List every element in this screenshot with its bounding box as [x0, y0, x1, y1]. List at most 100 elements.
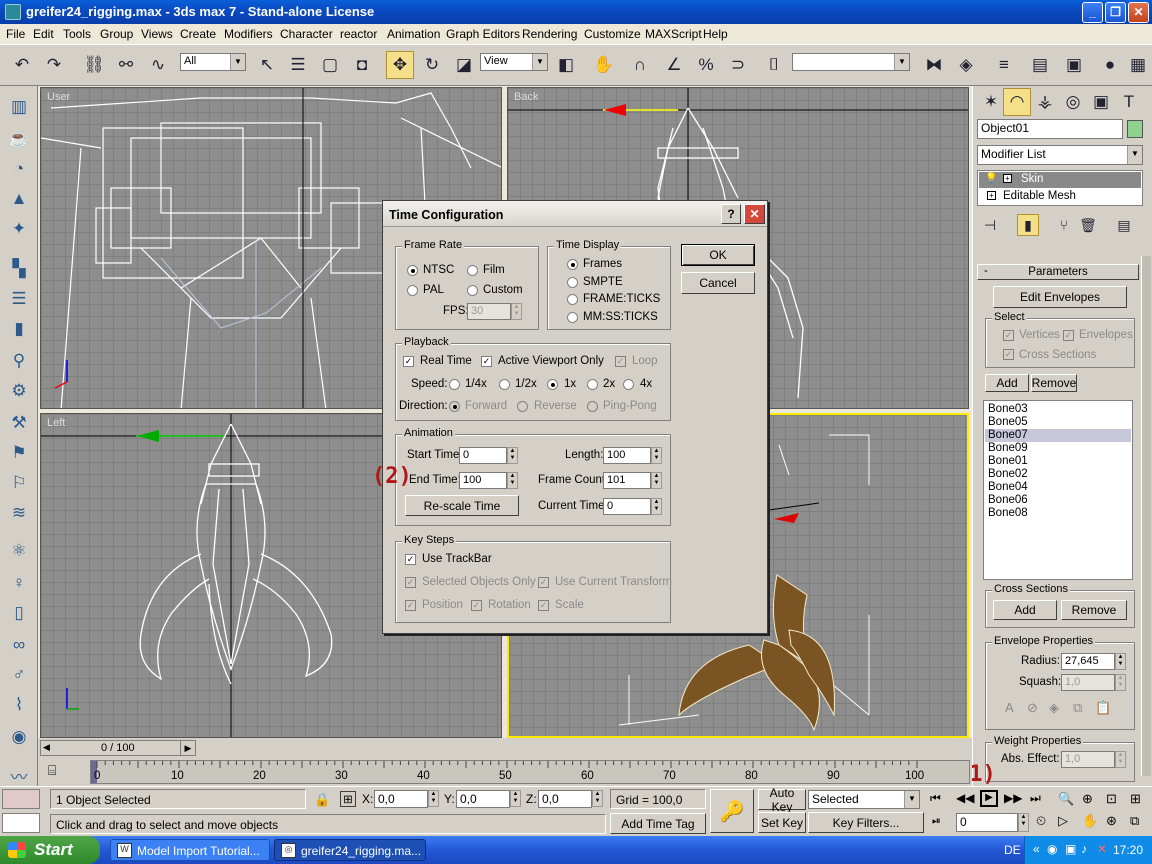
maxscript-listener-white[interactable]	[2, 813, 40, 833]
go-to-end-icon[interactable]: ⏭	[1030, 791, 1041, 806]
modifier-list-dropdown[interactable]: Modifier List ▼	[977, 145, 1143, 165]
spinner-arrows-icon[interactable]: ▲ ▼	[651, 447, 662, 464]
play-icon[interactable]: ▶	[980, 790, 998, 807]
search-icon[interactable]: ⚲	[6, 348, 32, 374]
menu-maxscript[interactable]: MAXScript	[645, 27, 702, 41]
speed-4x-radio[interactable]	[623, 379, 634, 390]
absolute-mode-icon[interactable]: ⊞	[340, 791, 356, 807]
radius-spinner[interactable]: 27,645 ▲ ▼	[1061, 653, 1126, 670]
panel-icon[interactable]: ▯	[6, 600, 32, 626]
configure-sets-icon[interactable]: ▤	[1113, 214, 1135, 236]
spinner-arrows-icon[interactable]: ▲ ▼	[1115, 751, 1126, 768]
list-item[interactable]: Bone02	[988, 468, 1028, 480]
loop-checkbox[interactable]: ✓	[615, 356, 626, 367]
menu-reactor[interactable]: reactor	[340, 27, 377, 41]
menu-edit[interactable]: Edit	[33, 27, 54, 41]
field-of-view-icon[interactable]: ▷	[1058, 813, 1068, 829]
envelopes-checkbox[interactable]: ✓	[1063, 330, 1074, 341]
zoom-icon[interactable]: 🔍	[1058, 791, 1074, 807]
create-tab-icon[interactable]: ✶	[977, 88, 1005, 116]
forward-radio[interactable]	[449, 401, 460, 412]
cone-icon[interactable]: ▲	[6, 186, 32, 212]
language-indicator[interactable]: DE	[1004, 843, 1021, 857]
lightbulb-icon[interactable]: 💡	[985, 173, 997, 184]
rotation-checkbox[interactable]: ✓	[471, 600, 482, 611]
maximize-viewport-icon[interactable]: ⧉	[1130, 813, 1139, 829]
biped-icon[interactable]: ♀	[6, 570, 32, 596]
percent-snap-icon[interactable]: %	[692, 51, 720, 79]
end-time-spinner[interactable]: 100 ▲ ▼	[459, 472, 518, 489]
layers-icon[interactable]: ☰	[6, 286, 32, 312]
previous-frame-icon[interactable]: ◀◀	[956, 791, 974, 805]
selected-objects-only-checkbox[interactable]: ✓	[405, 577, 416, 588]
make-unique-icon[interactable]: ⑂	[1053, 214, 1075, 236]
checker-icon[interactable]: ▚	[6, 256, 32, 282]
envelope-visibility-icon[interactable]: ◈	[1049, 700, 1059, 716]
remove-bone-button[interactable]: Remove	[1031, 374, 1077, 392]
alert-icon[interactable]: ✕	[1097, 842, 1107, 856]
film-radio[interactable]	[467, 265, 478, 276]
spinner-arrows-icon[interactable]: ▲ ▼	[507, 447, 518, 464]
list-item[interactable]: Bone04	[988, 481, 1028, 493]
select-object-icon[interactable]: ↖	[253, 51, 281, 79]
ntsc-radio[interactable]	[407, 265, 418, 276]
falloff-icon[interactable]: ⊘	[1027, 700, 1038, 716]
stack-item-editable-mesh[interactable]: + Editable Mesh	[979, 189, 1141, 205]
snap-toggle-icon[interactable]: ∩	[626, 51, 654, 79]
close-button[interactable]: ✕	[1128, 2, 1149, 23]
command-panel-scrollbar[interactable]	[1141, 256, 1151, 776]
track-bar[interactable]: 0 10 20 30 40 50 60 70 80 90 100	[90, 760, 970, 784]
motion-icon[interactable]: 〰	[6, 762, 32, 788]
scale-checkbox[interactable]: ✓	[538, 600, 549, 611]
time-configuration-icon[interactable]: ⏲	[1036, 813, 1046, 829]
speed-1x-radio[interactable]	[547, 379, 558, 390]
material-editor-icon[interactable]: ●	[1096, 51, 1124, 79]
expand-icon[interactable]: +	[987, 191, 996, 200]
star-icon[interactable]: ✦	[6, 216, 32, 242]
cross-sections-checkbox[interactable]: ✓	[1003, 349, 1014, 360]
minimize-button[interactable]: _	[1082, 2, 1103, 23]
next-frame-icon[interactable]: ▶▶	[1004, 791, 1022, 805]
cylinder-icon[interactable]: ▮	[6, 316, 32, 342]
manipulate-icon[interactable]: ✋	[590, 51, 618, 79]
menu-help[interactable]: Help	[703, 27, 728, 41]
start-time-spinner[interactable]: 0 ▲ ▼	[459, 447, 518, 464]
window-crossing-icon[interactable]: ◘	[348, 51, 376, 79]
hierarchy-tab-icon[interactable]: ⚶	[1031, 88, 1059, 116]
spinner-arrows-icon[interactable]: ▲ ▼	[511, 303, 522, 320]
menu-modifiers[interactable]: Modifiers	[224, 27, 273, 41]
spinner-arrows-icon[interactable]: ▲ ▼	[592, 790, 603, 807]
use-current-transform-checkbox[interactable]: ✓	[538, 577, 549, 588]
named-selection-icon[interactable]: ⌷	[760, 51, 788, 79]
maxscript-listener-pink[interactable]	[2, 789, 40, 809]
key-icon[interactable]: 🔑	[710, 789, 754, 833]
menu-graph-editors[interactable]: Graph Editors	[446, 27, 520, 41]
track-view-icon[interactable]: ▤	[1026, 51, 1054, 79]
go-to-start-icon[interactable]: ⏮	[930, 791, 941, 806]
bind-space-warp-icon[interactable]: ∿	[144, 51, 172, 79]
menu-animation[interactable]: Animation	[387, 27, 440, 41]
expand-icon[interactable]: +	[1003, 174, 1012, 183]
start-button[interactable]: Start	[0, 836, 100, 864]
list-item[interactable]: Bone07	[988, 429, 1028, 441]
task-3dsmax[interactable]: ◎ greifer24_rigging.ma...	[274, 839, 426, 861]
spinner-arrows-icon[interactable]: ▲ ▼	[1115, 674, 1126, 691]
auto-key-button[interactable]: Auto Key	[758, 786, 806, 814]
spinner-snap-icon[interactable]: ⊃	[724, 51, 752, 79]
list-item[interactable]: Bone09	[988, 442, 1028, 454]
pan-icon[interactable]: ✋	[1082, 813, 1098, 829]
menu-views[interactable]: Views	[141, 27, 173, 41]
bone-list[interactable]: Bone03 Bone05 Bone07 Bone09 Bone01 Bone0…	[983, 400, 1133, 580]
render-scene-icon[interactable]: ▦	[1124, 51, 1152, 79]
atom-icon[interactable]: ⚛	[6, 538, 32, 564]
frames-radio[interactable]	[567, 259, 578, 270]
speed-half-radio[interactable]	[499, 379, 510, 390]
copy-icon[interactable]: ⧉	[1073, 700, 1082, 716]
select-and-scale-icon[interactable]: ◪	[450, 51, 478, 79]
object-color-swatch[interactable]	[1127, 120, 1143, 138]
hammer-icon[interactable]: ⚑	[6, 440, 32, 466]
tray-expand-icon[interactable]: «	[1033, 842, 1040, 856]
ok-button[interactable]: OK	[681, 244, 755, 266]
spinner-arrows-icon[interactable]: ▲ ▼	[651, 472, 662, 489]
schematic-view-icon[interactable]: ▣	[1060, 51, 1088, 79]
